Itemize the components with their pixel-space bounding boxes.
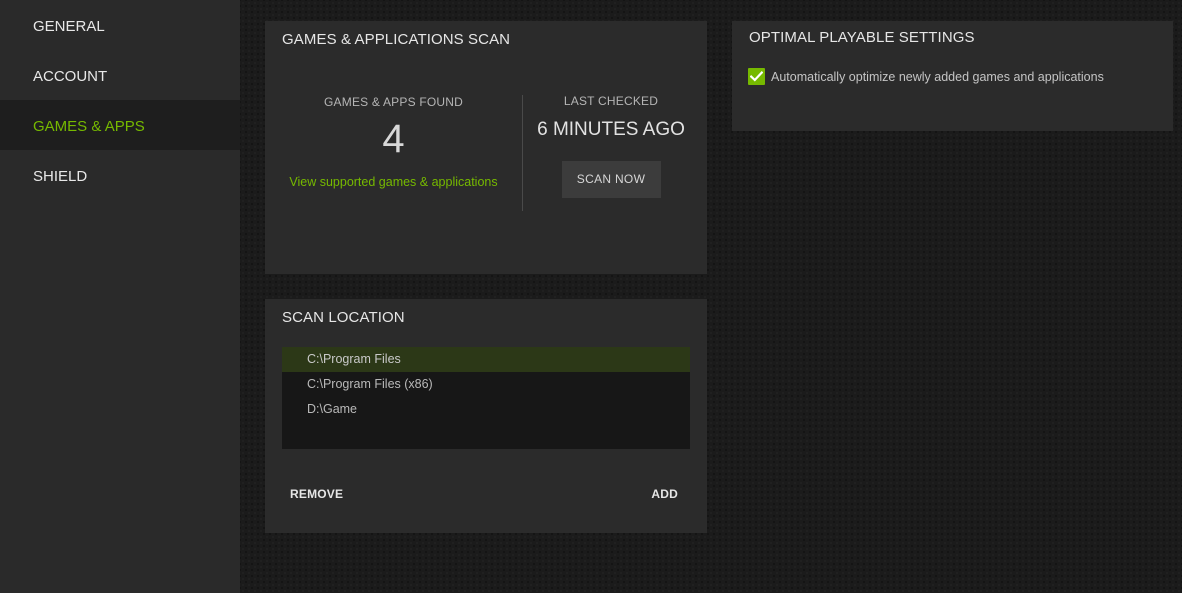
sidebar-item-label: ACCOUNT <box>33 67 108 85</box>
sidebar-item-general[interactable]: GENERAL <box>0 0 240 50</box>
games-found-section: GAMES & APPS FOUND 4 View supported game… <box>265 95 522 189</box>
games-found-count: 4 <box>382 117 405 161</box>
app-window: GENERAL ACCOUNT GAMES & APPS SHIELD GAME… <box>0 0 1182 593</box>
auto-optimize-row: Automatically optimize newly added games… <box>748 68 1104 85</box>
scan-location-title: SCAN LOCATION <box>282 309 405 326</box>
optimal-settings-panel: OPTIMAL PLAYABLE SETTINGS Automatically … <box>732 21 1173 131</box>
sidebar-item-games-apps[interactable]: GAMES & APPS <box>0 100 240 150</box>
scan-location-item[interactable]: C:\Program Files (x86) <box>282 372 690 397</box>
remove-location-button[interactable]: REMOVE <box>290 487 343 501</box>
scan-location-item[interactable]: C:\Program Files <box>282 347 690 372</box>
checkmark-icon <box>750 71 763 82</box>
scan-panel: GAMES & APPLICATIONS SCAN GAMES & APPS F… <box>265 21 707 274</box>
auto-optimize-checkbox[interactable] <box>748 68 765 85</box>
main-content: GAMES & APPLICATIONS SCAN GAMES & APPS F… <box>240 0 1182 593</box>
scan-location-item[interactable]: D:\Game <box>282 397 690 422</box>
optimal-settings-title: OPTIMAL PLAYABLE SETTINGS <box>749 29 975 46</box>
last-checked-section: LAST CHECKED 6 MINUTES AGO SCAN NOW <box>523 94 699 198</box>
scan-panel-title: GAMES & APPLICATIONS SCAN <box>282 31 511 48</box>
sidebar-item-account[interactable]: ACCOUNT <box>0 50 240 100</box>
sidebar-item-shield[interactable]: SHIELD <box>0 150 240 200</box>
last-checked-label: LAST CHECKED <box>563 94 659 108</box>
sidebar-item-label: GENERAL <box>33 17 105 35</box>
games-found-label: GAMES & APPS FOUND <box>324 95 463 109</box>
scan-location-list[interactable]: C:\Program Files C:\Program Files (x86) … <box>282 347 690 449</box>
add-location-button[interactable]: ADD <box>651 487 678 501</box>
scan-location-actions: REMOVE ADD <box>290 487 682 501</box>
last-checked-value: 6 MINUTES AGO <box>537 119 685 140</box>
view-supported-games-link[interactable]: View supported games & applications <box>265 175 522 189</box>
auto-optimize-label: Automatically optimize newly added games… <box>771 69 1104 84</box>
sidebar-item-label: SHIELD <box>33 167 88 185</box>
scan-location-panel: SCAN LOCATION C:\Program Files C:\Progra… <box>265 299 707 533</box>
sidebar-item-label: GAMES & APPS <box>33 117 145 135</box>
sidebar: GENERAL ACCOUNT GAMES & APPS SHIELD <box>0 0 240 593</box>
scan-now-button[interactable]: SCAN NOW <box>561 161 661 198</box>
